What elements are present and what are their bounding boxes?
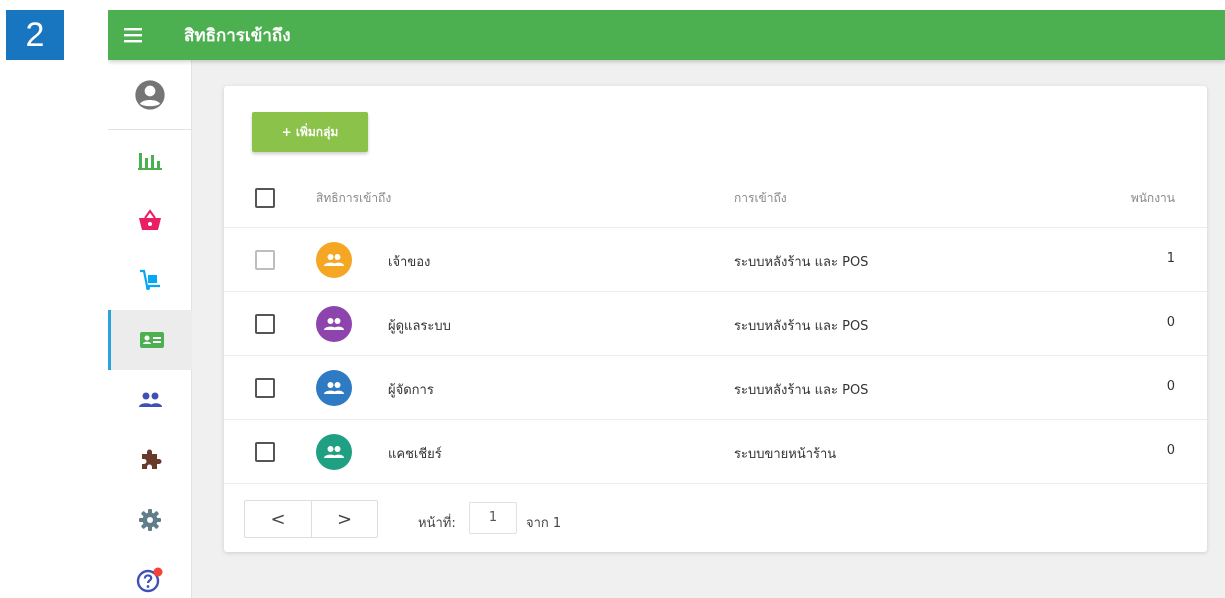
sidebar [108, 60, 192, 598]
group-access: ระบบขายหน้าร้าน [734, 447, 837, 462]
sidebar-item-customers[interactable] [108, 370, 192, 430]
id-card-icon [139, 332, 164, 348]
group-access: ระบบหลังร้าน และ POS [734, 383, 869, 398]
notification-dot [153, 567, 163, 577]
account-circle-icon [135, 79, 165, 110]
page-number-input[interactable]: 1 [469, 502, 517, 534]
app-window: สิทธิการเข้าถึง + เพิ่มกลุ่ม สิทธิการเข้… [108, 10, 1225, 598]
help-icon [136, 567, 163, 593]
table-row[interactable]: แคชเชียร์ ระบบขายหน้าร้าน 0 [224, 420, 1207, 484]
column-header-access: การเข้าถึง [734, 191, 787, 205]
group-avatar [316, 370, 352, 406]
group-avatar [316, 434, 352, 470]
pagination-controls: < > [244, 500, 378, 538]
group-name: แคชเชียร์ [388, 447, 442, 462]
group-avatar [316, 306, 352, 342]
group-employee-count: 0 [1166, 379, 1175, 394]
sidebar-item-sales[interactable] [108, 190, 192, 250]
page-total-label: จาก 1 [526, 516, 562, 531]
sidebar-item-employees[interactable] [108, 310, 192, 370]
table-row[interactable]: ผู้จัดการ ระบบหลังร้าน และ POS 0 [224, 356, 1207, 420]
group-icon [324, 446, 344, 458]
column-header-employees: พนักงาน [1130, 191, 1175, 205]
hamburger-menu-button[interactable] [108, 10, 160, 60]
menu-icon [124, 28, 142, 43]
sidebar-item-reports[interactable] [108, 130, 192, 190]
group-icon [324, 318, 344, 330]
group-name: ผู้ดูแลระบบ [388, 319, 451, 334]
group-access: ระบบหลังร้าน และ POS [734, 319, 869, 334]
bar-chart-icon [138, 153, 162, 170]
sidebar-item-account[interactable] [108, 60, 192, 130]
group-avatar [316, 242, 352, 278]
dolly-icon [140, 269, 160, 290]
row-checkbox[interactable] [255, 378, 275, 398]
next-page-button[interactable]: > [311, 501, 377, 537]
group-employee-count: 0 [1166, 315, 1175, 330]
select-all-checkbox[interactable] [255, 188, 275, 208]
row-checkbox[interactable] [255, 314, 275, 334]
basket-icon [139, 209, 161, 230]
sidebar-item-integrations[interactable] [108, 430, 192, 490]
people-icon [139, 392, 162, 407]
group-icon [324, 382, 344, 394]
table-row[interactable]: ผู้ดูแลระบบ ระบบหลังร้าน และ POS 0 [224, 292, 1207, 356]
add-group-button[interactable]: + เพิ่มกลุ่ม [252, 112, 368, 152]
page-title: สิทธิการเข้าถึง [184, 25, 291, 46]
row-checkbox[interactable] [255, 442, 275, 462]
row-checkbox [255, 250, 275, 270]
sidebar-item-settings[interactable] [108, 490, 192, 550]
page-label: หน้าที่: [418, 516, 456, 531]
group-icon [324, 254, 344, 266]
group-name: เจ้าของ [388, 255, 431, 270]
column-header-access-right: สิทธิการเข้าถึง [316, 191, 392, 205]
table-row[interactable]: เจ้าของ ระบบหลังร้าน และ POS 1 [224, 228, 1207, 292]
group-employee-count: 0 [1166, 443, 1175, 458]
group-employee-count: 1 [1166, 251, 1175, 266]
previous-page-button[interactable]: < [245, 501, 311, 537]
group-access: ระบบหลังร้าน และ POS [734, 255, 869, 270]
sidebar-item-inventory[interactable] [108, 250, 192, 310]
access-rights-card: + เพิ่มกลุ่ม สิทธิการเข้าถึง การเข้าถึง … [224, 86, 1207, 552]
group-name: ผู้จัดการ [388, 383, 434, 398]
sidebar-item-help[interactable] [108, 550, 192, 598]
step-number-badge: 2 [6, 10, 64, 60]
puzzle-icon [142, 449, 162, 469]
top-app-bar: สิทธิการเข้าถึง [108, 10, 1225, 60]
table-header-row: สิทธิการเข้าถึง การเข้าถึง พนักงาน [224, 168, 1207, 228]
gear-icon [139, 509, 161, 531]
